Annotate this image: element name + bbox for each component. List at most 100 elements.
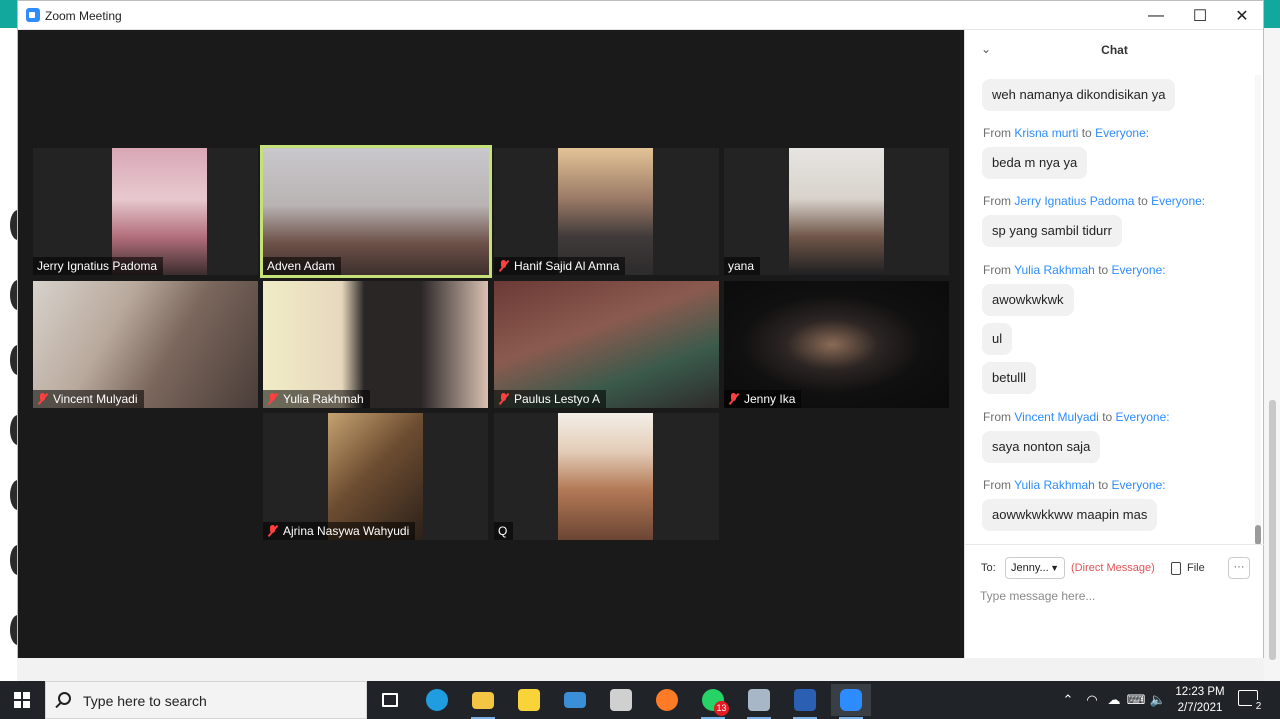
taskbar-app-mail[interactable] [555, 684, 595, 716]
participant-tile[interactable]: Ajrina Nasywa Wahyudi [263, 413, 488, 540]
volume-icon[interactable]: 🔈 [1148, 681, 1168, 719]
chat-scrollbar[interactable] [1255, 75, 1261, 545]
participant-video [112, 148, 207, 275]
close-button[interactable]: ✕ [1220, 1, 1264, 30]
title-bar: Zoom Meeting — ☐ ✕ [18, 1, 1263, 30]
taskbar-app-firefox[interactable] [647, 684, 687, 716]
taskbar-app-word[interactable] [785, 684, 825, 719]
chat-sender-line: From Krisna murti to Everyone: [983, 126, 1150, 140]
notification-count: 2 [1252, 700, 1265, 713]
chevron-down-icon: ▼ [1050, 563, 1059, 573]
chat-message: betulll [982, 362, 1036, 394]
recipient-dropdown[interactable]: Jenny... ▼ [1005, 557, 1065, 579]
action-center-button[interactable]: 2 [1238, 690, 1265, 713]
participant-tile[interactable]: Paulus Lestyo A [494, 281, 719, 408]
participant-video [558, 413, 653, 540]
edge-icon [426, 689, 448, 711]
show-hidden-icons-button[interactable]: ⌃ [1058, 681, 1078, 719]
taskbar-app-zoom[interactable] [831, 684, 871, 719]
participant-name-label: yana [724, 257, 761, 275]
participant-video [33, 281, 258, 408]
chat-sender-line: From Yulia Rakhmah to Everyone: [983, 478, 1166, 492]
participant-tile[interactable]: yana [724, 148, 949, 275]
participant-name-label: Vincent Mulyadi [33, 390, 144, 408]
participant-name-label: Paulus Lestyo A [494, 390, 607, 408]
task-view-icon [382, 693, 398, 707]
background-window-right [1264, 0, 1280, 681]
participant-tile[interactable]: Vincent Mulyadi [33, 281, 258, 408]
chat-message: weh namanya dikondisikan ya [982, 79, 1176, 111]
search-icon [58, 692, 71, 705]
network-icon[interactable]: ◠ [1082, 681, 1102, 719]
microphone-muted-icon [267, 525, 279, 537]
file-icon [1171, 561, 1181, 575]
chat-message: sp yang sambil tidurr [982, 215, 1122, 247]
chat-message: ul [982, 323, 1013, 355]
photos-icon [748, 689, 770, 711]
windows-logo-icon [14, 692, 30, 708]
zoom-logo-icon [26, 8, 40, 22]
chat-message: aowwkwkkww maapin mas [982, 499, 1158, 531]
participant-video [494, 281, 719, 408]
participant-tile[interactable]: Jerry Ignatius Padoma [33, 148, 258, 275]
taskbar-app-photos[interactable] [739, 684, 779, 719]
word-icon [794, 689, 816, 711]
taskbar-app-file-explorer[interactable] [463, 684, 503, 719]
taskbar-search-box[interactable]: Type here to search [45, 681, 367, 719]
background-window-left [0, 0, 26, 681]
participant-tile[interactable]: Hanif Sajid Al Amna [494, 148, 719, 275]
taskbar-app-sticky-notes[interactable] [509, 684, 549, 716]
background-scrollbar [1269, 400, 1276, 660]
more-options-button[interactable]: ··· [1228, 557, 1250, 579]
file-button[interactable]: File [1171, 558, 1205, 578]
task-view-button[interactable] [370, 684, 410, 716]
participant-video [263, 148, 489, 275]
maximize-button[interactable]: ☐ [1178, 1, 1222, 30]
minimize-button[interactable]: — [1134, 1, 1178, 30]
participant-name-label: Yulia Rakhmah [263, 390, 370, 408]
window-title: Zoom Meeting [45, 9, 122, 23]
notification-badge: 13 [714, 701, 729, 716]
direct-message-label: (Direct Message) [1071, 562, 1155, 574]
microphone-muted-icon [498, 260, 510, 272]
background-window-bottom [17, 658, 1264, 681]
chat-title: Chat [1101, 43, 1128, 57]
participant-video [263, 281, 488, 408]
chat-header: ⌄ Chat [965, 30, 1264, 70]
chat-sender-line: From Yulia Rakhmah to Everyone: [983, 263, 1166, 277]
participant-tile[interactable]: Yulia Rakhmah [263, 281, 488, 408]
taskbar-app-edge[interactable] [417, 684, 457, 716]
input-method-icon[interactable]: ⌨ [1126, 681, 1146, 719]
sticky-notes-icon [518, 689, 540, 711]
taskbar-app-store[interactable] [601, 684, 641, 716]
start-button[interactable] [0, 681, 44, 719]
participant-name-label: Ajrina Nasywa Wahyudi [263, 522, 416, 540]
taskbar-app-whatsapp[interactable]: 13 [693, 684, 733, 719]
participant-tile[interactable]: Jenny Ika [724, 281, 949, 408]
chat-message-list: weh namanya dikondisikan ya From Krisna … [965, 70, 1255, 550]
chat-scrollbar-thumb[interactable] [1255, 525, 1261, 545]
zoom-icon [840, 689, 862, 711]
participant-video [558, 148, 653, 275]
clock-date: 2/7/2021 [1177, 702, 1223, 714]
participant-name-label: Jerry Ignatius Padoma [33, 257, 164, 275]
participant-tile-active-speaker[interactable]: Adven Adam [260, 145, 492, 278]
participant-video [724, 281, 949, 408]
windows-taskbar: Type here to search 13 ⌃ ◠ ☁ ⌨ 🔈 12:23 P… [0, 681, 1280, 719]
chat-panel: ⌄ Chat weh namanya dikondisikan ya From … [964, 30, 1264, 658]
video-gallery: Jerry Ignatius Padoma Adven Adam Hanif S… [18, 30, 964, 658]
microphone-muted-icon [728, 393, 740, 405]
chat-sender-line: From Jerry Ignatius Padoma to Everyone: [983, 194, 1206, 208]
participant-tile[interactable]: Q [494, 413, 719, 540]
participant-name-label: Adven Adam [263, 257, 342, 275]
store-icon [610, 689, 632, 711]
taskbar-clock[interactable]: 12:23 PM 2/7/2021 [1172, 684, 1228, 716]
microphone-muted-icon [267, 393, 279, 405]
cloud-icon[interactable]: ☁ [1104, 681, 1124, 719]
chat-composer: To: Jenny... ▼ (Direct Message) File ··· [965, 544, 1264, 658]
participant-name-label: Jenny Ika [724, 390, 802, 408]
participant-video [789, 148, 884, 275]
chat-message-input[interactable] [980, 586, 1250, 606]
mail-icon [564, 692, 586, 708]
chat-message: saya nonton saja [982, 431, 1101, 463]
